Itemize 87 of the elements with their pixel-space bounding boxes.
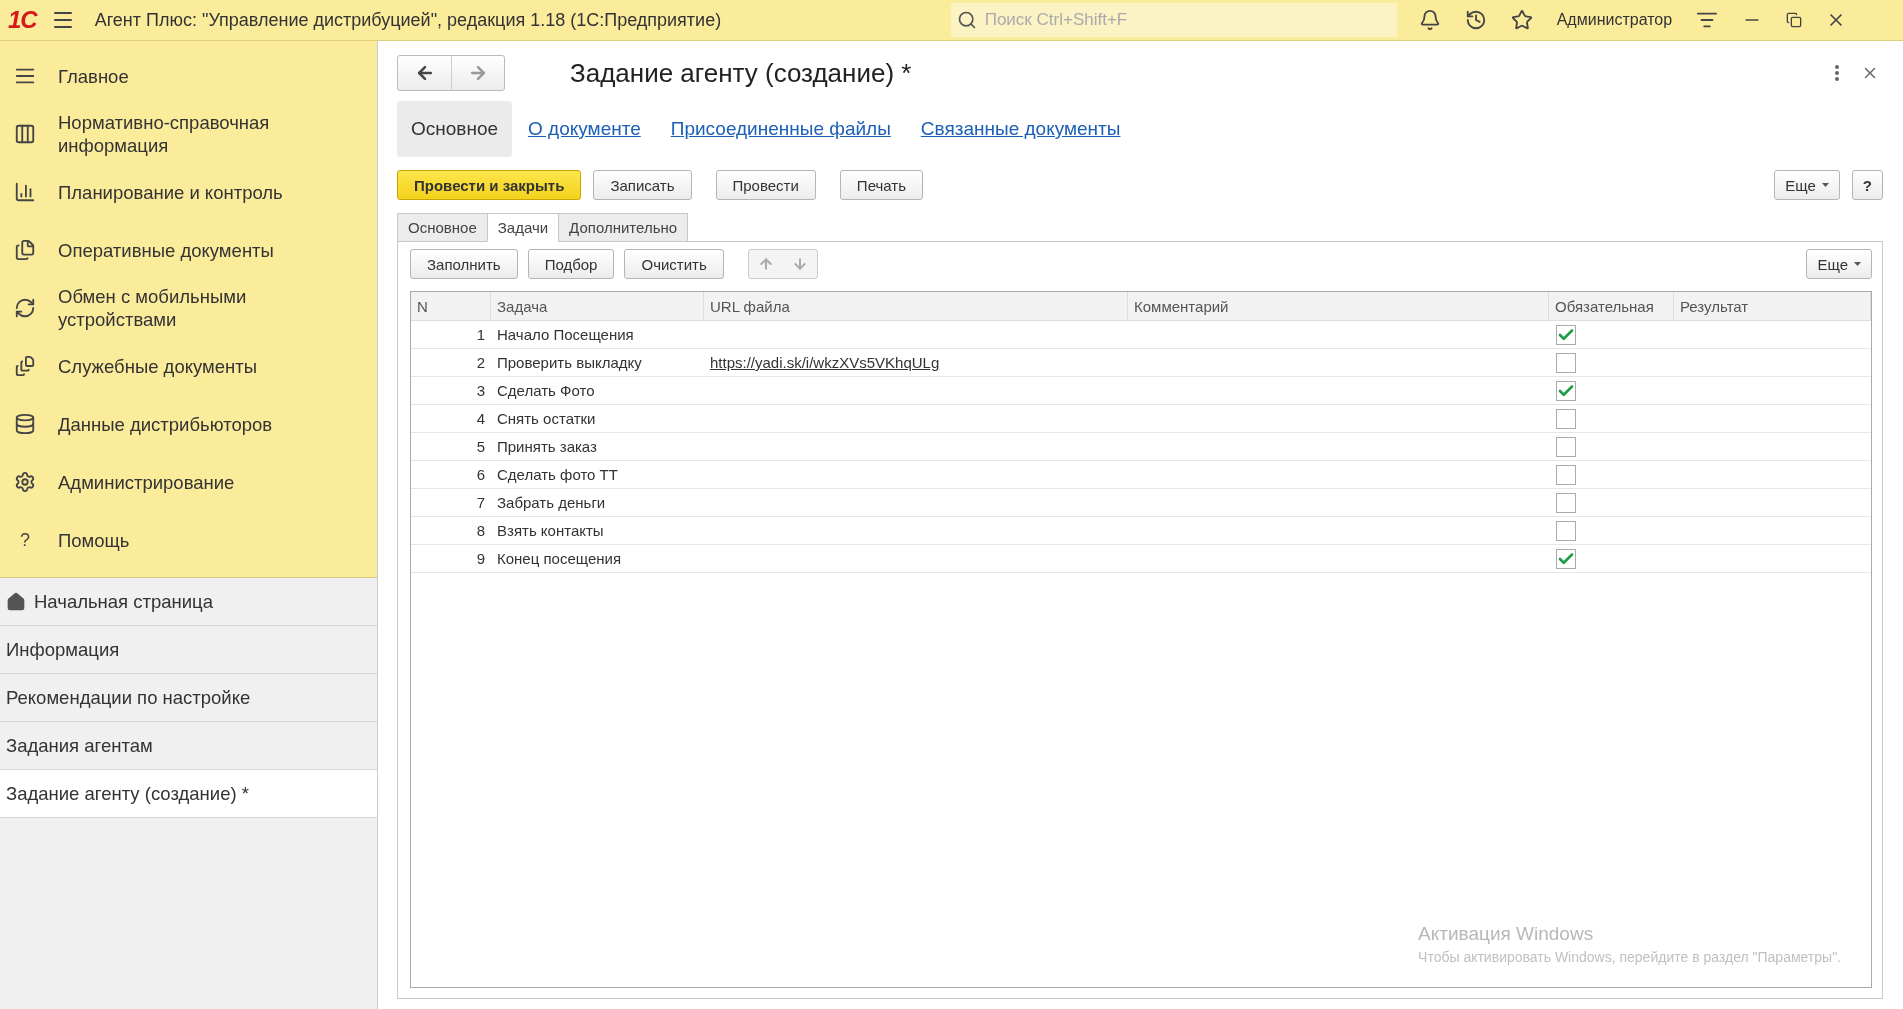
- row-number: 8: [475, 521, 486, 541]
- section-link[interactable]: Помощь: [58, 528, 298, 552]
- required-checkbox[interactable]: [1556, 408, 1576, 429]
- command-button[interactable]: Печать: [839, 170, 923, 200]
- command-button[interactable]: Провести: [715, 170, 816, 200]
- search-field[interactable]: Поиск Ctrl+Shift+F: [950, 3, 1397, 37]
- refresh-icon: [14, 297, 36, 319]
- more-vertical-icon: [1835, 65, 1839, 81]
- form-title: Задание агенту (создание) *: [570, 57, 913, 89]
- app-logo: 1С: [8, 6, 37, 34]
- search-icon: [956, 10, 977, 30]
- section-link[interactable]: Обмен с мобильными устройствами: [58, 285, 298, 331]
- required-checkbox[interactable]: [1556, 520, 1576, 541]
- column-header[interactable]: Задача: [491, 292, 704, 320]
- section-link[interactable]: Главное: [58, 64, 298, 88]
- task-cell-text: Проверить выкладку: [496, 353, 643, 373]
- form-tab[interactable]: О документе: [514, 101, 655, 157]
- row-number: 2: [475, 353, 486, 373]
- column-header[interactable]: Обязательная: [1549, 292, 1674, 320]
- columns-icon: [14, 123, 36, 145]
- table-command-button[interactable]: Очистить: [624, 249, 724, 279]
- row-number: 3: [475, 381, 486, 401]
- section-link[interactable]: Оперативные документы: [58, 238, 298, 262]
- documents-icon: [14, 355, 36, 377]
- column-header[interactable]: N: [411, 292, 491, 320]
- task-cell-text: Принять заказ: [496, 437, 598, 457]
- subtab[interactable]: Дополнительно: [558, 213, 689, 242]
- section-link[interactable]: Данные дистрибьюторов: [58, 412, 298, 436]
- arrow-up-icon: [757, 256, 774, 272]
- required-checkbox[interactable]: [1556, 464, 1576, 485]
- home-icon: [6, 591, 26, 612]
- section-link[interactable]: Нормативно-справочная информация: [58, 111, 298, 157]
- subtab[interactable]: Основное: [397, 213, 488, 242]
- question-mark-icon: ?: [20, 529, 30, 551]
- star-icon[interactable]: [1510, 9, 1533, 31]
- caret-icon: [1854, 262, 1861, 266]
- form-tab[interactable]: Основное: [397, 101, 513, 157]
- search-input[interactable]: Поиск Ctrl+Shift+F: [982, 9, 1397, 31]
- window-title: Агент Плюс: "Управление дистрибуцией", редакция 1.18 (1С:Предприятие): [94, 9, 723, 31]
- required-checkbox[interactable]: [1556, 492, 1576, 513]
- required-checkbox[interactable]: [1556, 548, 1576, 569]
- bell-icon[interactable]: [1418, 9, 1441, 31]
- row-number: 6: [475, 465, 486, 485]
- row-number: 4: [475, 409, 486, 429]
- task-cell-text: Начало Посещения: [496, 325, 635, 345]
- help-button[interactable]: ?: [1851, 170, 1883, 200]
- database-icon: [14, 413, 36, 435]
- column-header[interactable]: URL файла: [704, 292, 1128, 320]
- documents-icon: [14, 239, 36, 261]
- task-cell-text: Сделать фото ТТ: [496, 465, 619, 485]
- section-link[interactable]: Планирование и контроль: [58, 180, 298, 204]
- form-tab[interactable]: Присоединенные файлы: [656, 101, 905, 157]
- section-link[interactable]: Администрирование: [58, 470, 298, 494]
- column-header[interactable]: Комментарий: [1128, 292, 1549, 320]
- user-name[interactable]: Администратор: [1556, 11, 1673, 29]
- subtab[interactable]: Задачи: [486, 213, 560, 242]
- url-link[interactable]: https://yadi.sk/i/wkzXVs5VKhqULg: [710, 354, 940, 371]
- row-number: 7: [475, 493, 486, 513]
- required-checkbox[interactable]: [1556, 380, 1576, 401]
- row-number: 1: [475, 325, 486, 345]
- task-cell-text: Снять остатки: [496, 409, 597, 429]
- table-command-button[interactable]: Подбор: [527, 249, 615, 279]
- form-tab[interactable]: Связанные документы: [906, 101, 1135, 157]
- required-checkbox[interactable]: [1556, 352, 1576, 373]
- task-cell-text: Сделать Фото: [496, 381, 596, 401]
- command-button[interactable]: Провести и закрыть: [397, 170, 582, 200]
- table-command-button[interactable]: Заполнить: [410, 249, 518, 279]
- bar-chart-icon: [14, 181, 36, 203]
- required-checkbox[interactable]: [1556, 324, 1576, 345]
- more-menu-button[interactable]: Еще: [1774, 170, 1840, 200]
- open-window-item[interactable]: Задание агенту (создание) *: [0, 770, 377, 818]
- settings-icon: [14, 471, 36, 493]
- row-number: 9: [475, 549, 486, 569]
- command-button[interactable]: Записать: [593, 170, 692, 200]
- required-checkbox[interactable]: [1556, 436, 1576, 457]
- activation-text: Чтобы активировать Windows, перейдите в раздел "Параметры".: [1418, 949, 1841, 965]
- column-header[interactable]: Результат: [1674, 292, 1871, 320]
- row-number: 5: [475, 437, 486, 457]
- history-icon[interactable]: [1464, 9, 1487, 31]
- restore-icon[interactable]: [1786, 12, 1803, 28]
- task-cell-text: Конец посещения: [496, 549, 623, 569]
- task-cell-text: Взять контакты: [496, 521, 605, 541]
- task-cell-text: Забрать деньги: [496, 493, 607, 513]
- activation-title: Активация Windows: [1418, 923, 1595, 945]
- section-link[interactable]: Служебные документы: [58, 354, 298, 378]
- caret-icon: [1821, 183, 1829, 187]
- table-more-button[interactable]: Еще: [1806, 249, 1872, 279]
